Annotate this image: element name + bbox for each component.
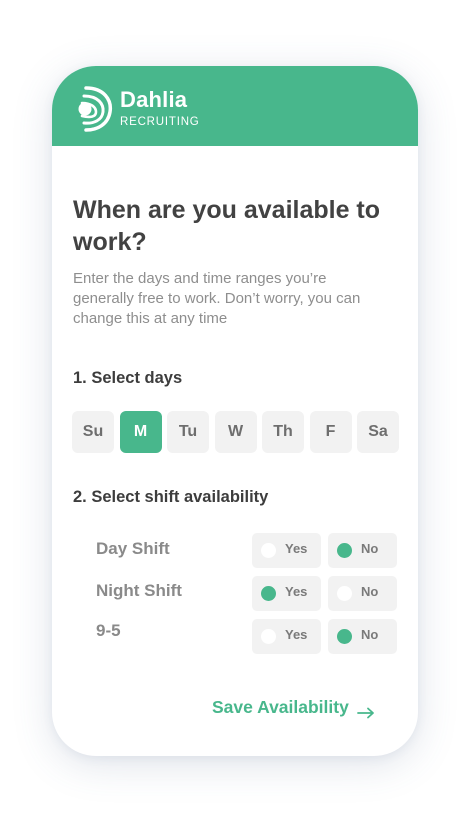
brand-subtitle: RECRUITING — [120, 116, 200, 128]
shift-row: 9-5 Yes No — [52, 619, 418, 655]
shift-yes-option[interactable]: Yes — [252, 576, 321, 611]
brand-name: Dahlia — [120, 87, 188, 112]
no-label: No — [361, 627, 379, 642]
shift-no-option[interactable]: No — [328, 619, 397, 654]
radio-icon — [261, 586, 276, 601]
arrow-right-icon[interactable] — [357, 707, 375, 719]
shift-row: Day Shift Yes No — [52, 533, 418, 569]
shift-availability-heading: 2. Select shift availability — [73, 488, 269, 506]
day-button-su[interactable]: Su — [72, 411, 114, 453]
select-days-heading: 1. Select days — [73, 369, 183, 387]
shift-label: Day Shift — [96, 539, 170, 558]
radio-icon — [261, 543, 276, 558]
radio-icon — [261, 629, 276, 644]
page-description: Enter the days and time ranges you’re ge… — [73, 270, 361, 327]
shift-label: 9-5 — [96, 621, 121, 640]
day-button-f[interactable]: F — [309, 411, 352, 453]
day-button-w[interactable]: W — [214, 411, 257, 453]
save-availability-button[interactable]: Save Availability — [212, 697, 349, 718]
shift-yes-option[interactable]: Yes — [252, 533, 321, 568]
shift-no-option[interactable]: No — [328, 533, 397, 568]
shift-row: Night Shift Yes No — [52, 576, 418, 612]
no-label: No — [361, 584, 379, 599]
shift-yes-option[interactable]: Yes — [252, 619, 321, 654]
yes-label: Yes — [285, 627, 308, 642]
shift-label: Night Shift — [96, 581, 182, 600]
yes-label: Yes — [285, 541, 308, 556]
radio-icon — [337, 629, 352, 644]
day-button-sa[interactable]: Sa — [357, 411, 399, 453]
availability-card: Dahlia RECRUITING When are you available… — [52, 66, 418, 756]
radio-icon — [337, 543, 352, 558]
no-label: No — [361, 541, 379, 556]
day-button-m[interactable]: M — [119, 411, 162, 453]
day-button-th[interactable]: Th — [262, 411, 304, 453]
dahlia-logo-icon — [78, 86, 113, 132]
shift-no-option[interactable]: No — [328, 576, 397, 611]
app-header: Dahlia RECRUITING — [52, 66, 418, 146]
day-button-tu[interactable]: Tu — [167, 411, 209, 453]
yes-label: Yes — [285, 584, 308, 599]
radio-icon — [337, 586, 352, 601]
page-title: When are you available to work? — [73, 196, 381, 256]
